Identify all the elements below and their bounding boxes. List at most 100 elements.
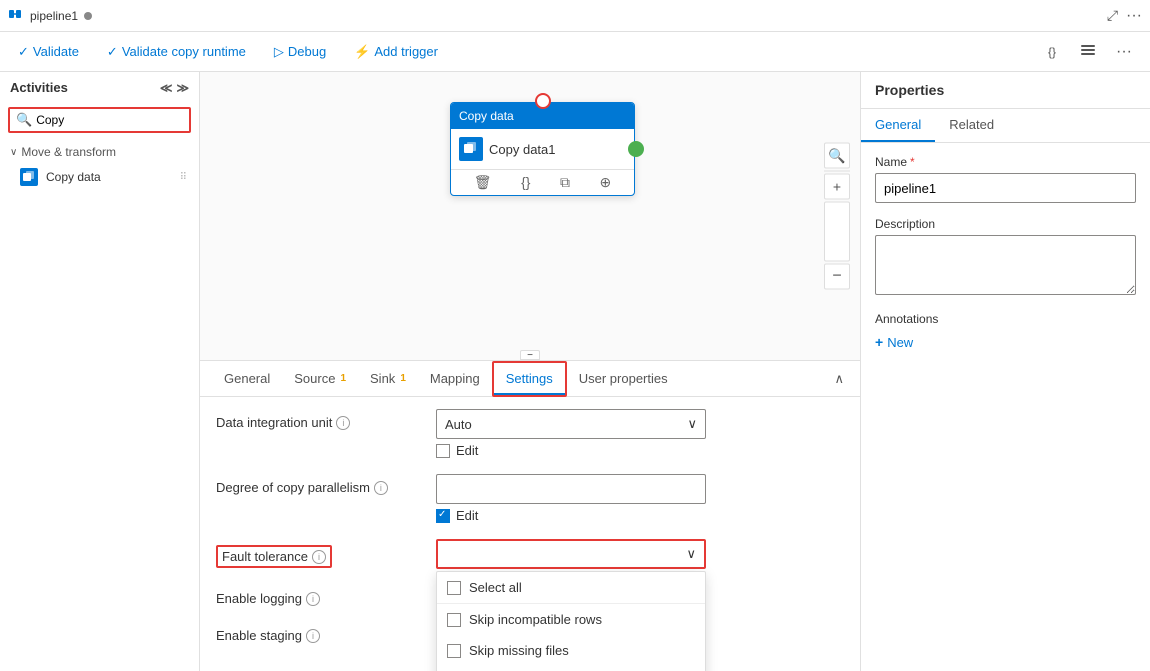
add-dependency-icon[interactable]: ⊕ [600,174,612,191]
collapse-bottom-panel[interactable]: ∧ [830,367,848,391]
category-chevron-down-icon: ∨ [10,147,17,158]
degree-copy-parallelism-row: Degree of copy parallelism i Edit [216,474,844,523]
enable-logging-label: Enable logging [216,591,302,606]
validate-check-icon: ✓ [18,44,29,60]
code-view-button[interactable]: {} [1038,38,1066,66]
node-body: Copy data1 [451,129,634,169]
search-canvas-button[interactable]: 🔍 [824,143,850,169]
copy-data-node[interactable]: Copy data Copy data1 🗑 {} ⧉ ⊕ [450,102,635,196]
tab-general[interactable]: General [212,361,282,397]
more-horiz-icon: ··· [1116,43,1132,61]
ft-item-skip-forbidden[interactable]: Skip forbidden files [437,666,705,671]
parameters-button[interactable] [1074,38,1102,66]
parameters-icon [1080,42,1096,61]
add-annotation-button[interactable]: + New [875,330,913,354]
degree-parallelism-info-icon[interactable]: i [374,481,388,495]
fault-tolerance-wrapper: ∨ Select all [436,539,706,569]
fault-tolerance-dropdown: Select all Skip incompatible rows Skip m… [436,571,706,671]
collapse-left-icon[interactable]: ≪ [160,81,173,95]
enable-staging-info-icon[interactable]: i [306,629,320,643]
bottom-tabs: General Source1 Sink1 Mapping Settings U… [200,361,860,397]
data-integration-info-icon[interactable]: i [336,416,350,430]
collapse-icon[interactable]: ≫ [176,81,189,95]
annotations-section: Annotations + New [875,312,1136,354]
degree-parallelism-control: Edit [436,474,844,523]
ft-item-select-all[interactable]: Select all [437,572,705,603]
more-options-button[interactable]: ··· [1110,38,1138,66]
node-body-icon [459,137,483,161]
description-input[interactable] [875,235,1136,295]
node-footer: 🗑 {} ⧉ ⊕ [451,169,634,195]
title-bar: pipeline1 ⤢ ··· [0,0,1150,32]
properties-panel: Properties General Related Name * Descri… [860,72,1150,671]
node-connector-right [628,141,644,157]
delete-icon[interactable]: 🗑 [474,174,492,191]
ft-skip-incompatible-checkbox[interactable] [447,613,461,627]
list-item-copy-data[interactable]: Copy data ⠿ [0,163,199,191]
fault-tolerance-label: Fault tolerance [222,549,308,564]
data-integration-label: Data integration unit [216,415,332,430]
ft-skip-missing-checkbox[interactable] [447,644,461,658]
fault-tolerance-select[interactable]: ∨ [436,539,706,569]
data-integration-edit-checkbox[interactable] [436,444,450,458]
description-label: Description [875,217,935,231]
copy-node-icon[interactable]: ⧉ [560,174,570,191]
add-trigger-button[interactable]: ⚡ Add trigger [348,40,444,64]
properties-tabs: General Related [861,109,1150,143]
main-toolbar: ✓ Validate ✓ Validate copy runtime ▷ Deb… [0,32,1150,72]
more-icon[interactable]: ··· [1126,7,1142,25]
description-field: Description [875,217,1136,298]
ft-select-all-checkbox[interactable] [447,581,461,595]
fault-tolerance-info-icon[interactable]: i [312,550,326,564]
search-box[interactable]: 🔍 [8,107,191,133]
zoom-in-button[interactable]: + [824,174,850,200]
pipeline-title: pipeline1 [30,9,78,23]
name-field: Name * [875,155,1136,203]
required-star: * [910,155,915,169]
tab-mapping[interactable]: Mapping [418,361,492,397]
validate-button[interactable]: ✓ Validate [12,40,85,64]
degree-parallelism-input[interactable] [436,474,706,504]
bottom-panel: General Source1 Sink1 Mapping Settings U… [200,360,860,671]
tab-settings[interactable]: Settings [492,361,567,397]
add-plus-icon: + [875,334,883,350]
data-integration-select[interactable]: Auto ∨ [436,409,706,439]
validate-copy-icon: ✓ [107,44,118,60]
enable-logging-info-icon[interactable]: i [306,592,320,606]
prop-tab-general[interactable]: General [861,109,935,142]
zoom-out-button[interactable]: − [824,264,850,290]
degree-parallelism-label: Degree of copy parallelism [216,480,370,495]
degree-parallelism-edit-label: Edit [456,508,478,523]
enable-staging-label: Enable staging [216,628,302,643]
search-icon: 🔍 [16,112,32,128]
expand-icon[interactable]: ⤢ [1107,7,1118,24]
pipeline-canvas[interactable]: Copy data Copy data1 🗑 {} ⧉ ⊕ [200,72,860,360]
search-input[interactable] [36,113,183,127]
validate-copy-button[interactable]: ✓ Validate copy runtime [101,40,252,64]
copy-data-label: Copy data [46,170,101,184]
sidebar: Activities ≪ ≫ 🔍 ∨ Move & transform Copy… [0,72,200,671]
tab-sink[interactable]: Sink1 [358,361,418,397]
canvas-controls: 🔍 + − [824,143,850,290]
tab-user-properties[interactable]: User properties [567,361,680,397]
collapse-panel-handle[interactable]: − [520,350,540,360]
name-label: Name [875,155,907,169]
activities-title: Activities [10,80,68,95]
select-chevron-icon: ∨ [687,416,697,432]
ft-item-skip-incompatible[interactable]: Skip incompatible rows [437,604,705,635]
trigger-icon: ⚡ [354,44,370,60]
prop-tab-related[interactable]: Related [935,109,1008,142]
ft-item-skip-missing[interactable]: Skip missing files [437,635,705,666]
degree-parallelism-edit-checkbox[interactable] [436,509,450,523]
settings-content: Data integration unit i Auto ∨ Edit [200,397,860,671]
properties-body: Name * Description Annotations + New [861,143,1150,671]
code-node-icon[interactable]: {} [521,174,530,191]
node-connector-top [535,93,551,109]
category-move-transform[interactable]: ∨ Move & transform [0,141,199,163]
canvas-area: Copy data Copy data1 🗑 {} ⧉ ⊕ [200,72,860,671]
zoom-slider [824,202,850,262]
name-input[interactable] [875,173,1136,203]
tab-source[interactable]: Source1 [282,361,358,397]
fault-tolerance-control: ∨ Select all [436,539,844,569]
debug-button[interactable]: ▷ Debug [268,40,332,64]
